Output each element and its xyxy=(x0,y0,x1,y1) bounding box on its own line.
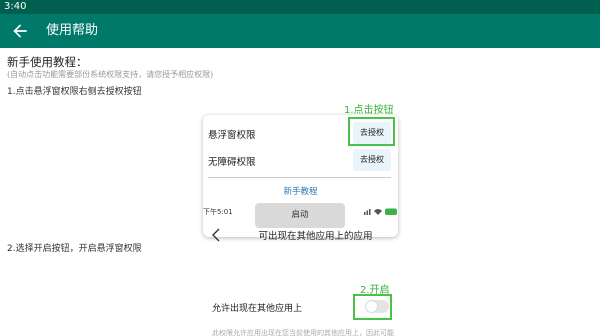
annotation-step2: 2.开启 xyxy=(360,285,390,296)
signal-wifi-battery-icon xyxy=(364,208,397,215)
accessibility-permission-label: 无障碍权限 xyxy=(208,157,256,168)
help-content: 新手使用教程： (自动点击功能需要部份系统权限支持，请您授予相应权限) 1.点击… xyxy=(0,48,600,336)
divider xyxy=(208,177,391,178)
status-time: 3:40 xyxy=(4,1,27,12)
arrow-left-icon[interactable] xyxy=(10,21,30,41)
screenshot-page-title: 可出现在其他应用上的应用 xyxy=(258,231,373,242)
highlight-box-step2 xyxy=(353,294,392,320)
tutorial-link[interactable]: 新手教程 xyxy=(203,185,398,197)
grant-accessibility-button[interactable]: 去授权 xyxy=(353,149,391,171)
tutorial-subheading: (自动点击功能需要部份系统权限支持，请您授予相应权限) xyxy=(7,70,214,79)
step-1-text: 1.点击悬浮窗权限右侧去授权按钮 xyxy=(7,87,142,97)
chevron-left-icon[interactable] xyxy=(211,228,221,242)
annotation-step1: 1.点击按钮 xyxy=(344,105,394,116)
faded-description: 此权限允许应用出现在您当前使用的其他应用上，因此可能 xyxy=(212,329,394,336)
screenshot-status-time: 下午5:01 xyxy=(203,208,233,216)
page-title: 使用帮助 xyxy=(46,23,99,38)
screenshot-header: 可出现在其他应用上的应用 xyxy=(203,224,398,246)
status-bar: 3:40 xyxy=(0,0,600,14)
step-2-text: 2.选择开启按钮，开启悬浮窗权限 xyxy=(7,244,142,254)
highlight-box-step1 xyxy=(348,117,395,146)
floating-window-permission-label: 悬浮窗权限 xyxy=(208,130,256,141)
screenshot-status-bar: 下午5:01 xyxy=(203,207,398,217)
tutorial-heading: 新手使用教程： xyxy=(7,55,88,69)
app-bar: 使用帮助 xyxy=(0,14,600,48)
allow-overlay-label: 允许出现在其他应用上 xyxy=(212,304,303,314)
